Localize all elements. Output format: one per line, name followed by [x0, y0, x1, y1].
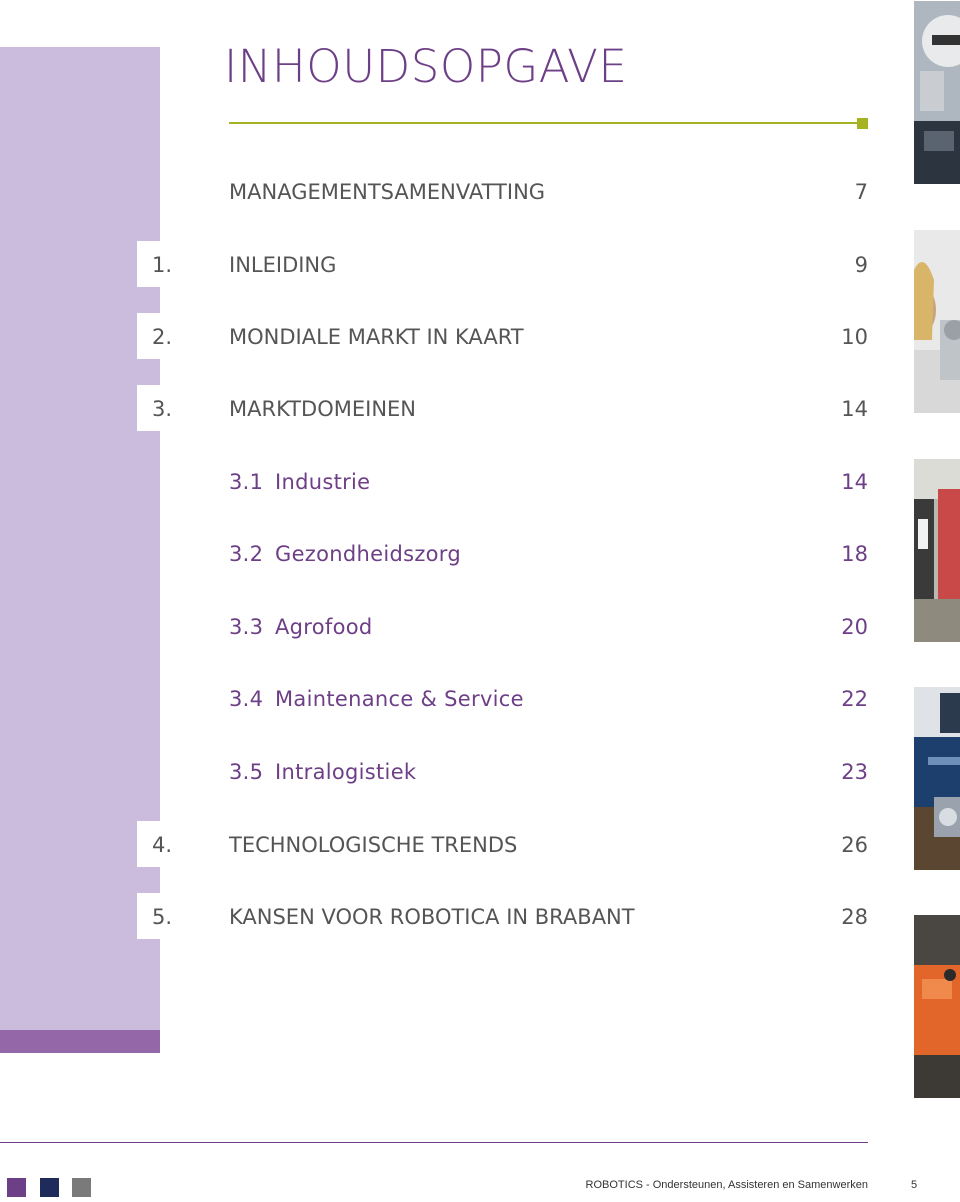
footer-square-navy — [40, 1178, 59, 1197]
toc-page-number: 9 — [854, 253, 868, 277]
toc-page-number: 14 — [841, 470, 868, 494]
toc-subentry-label: Maintenance & Service — [275, 687, 524, 711]
footer-rule — [0, 1142, 868, 1143]
toc-subentry-number: 3.1 — [229, 470, 264, 494]
toc-entry-inleiding[interactable]: INLEIDING — [229, 253, 336, 277]
toc-subentry-industrie[interactable]: 3.1 Industrie — [229, 470, 370, 494]
toc-subentry-number: 3.4 — [229, 687, 264, 711]
toc-page-number: 22 — [841, 687, 868, 711]
chapter-number: 4. — [152, 833, 173, 857]
toc-subentry-number: 3.5 — [229, 760, 264, 784]
toc-entry-label: MANAGEMENTSAMENVATTING — [229, 180, 546, 204]
toc-entry-technologische-trends[interactable]: TECHNOLOGISCHE TRENDS — [229, 833, 517, 857]
chapter-number: 5. — [152, 905, 173, 929]
toc-subentry-label: Industrie — [275, 470, 371, 494]
toc-entry-kansen-robotica[interactable]: KANSEN VOOR ROBOTICA IN BRABANT — [229, 905, 635, 929]
toc-entry-managementsamenvatting[interactable]: MANAGEMENTSAMENVATTING — [229, 180, 545, 204]
sidebar-base-stripe — [0, 1030, 160, 1053]
footer-square-purple — [7, 1178, 26, 1197]
industrial-robot-photo — [914, 1, 960, 184]
title-underline-square — [857, 118, 868, 129]
toc-subentry-label: Gezondheidszorg — [275, 542, 462, 566]
toc-entry-mondiale-markt[interactable]: MONDIALE MARKT IN KAART — [229, 325, 524, 349]
logistics-robot-photo — [914, 915, 960, 1098]
toc-page-number: 7 — [854, 180, 868, 204]
footer-page-number: 5 — [911, 1179, 918, 1191]
toc-entry-label: MONDIALE MARKT IN KAART — [229, 325, 524, 349]
toc-subentry-gezondheidszorg[interactable]: 3.2 Gezondheidszorg — [229, 542, 461, 566]
inspection-robot-photo — [914, 687, 960, 870]
sidebar-band — [0, 47, 160, 1053]
healthcare-robot-photo — [914, 230, 960, 413]
toc-subentry-label: Intralogistiek — [275, 760, 417, 784]
toc-entry-label: TECHNOLOGISCHE TRENDS — [229, 833, 518, 857]
toc-subentry-label: Agrofood — [275, 615, 373, 639]
toc-subentry-number: 3.2 — [229, 542, 264, 566]
toc-entry-label: MARKTDOMEINEN — [229, 397, 417, 421]
toc-subentry-maintenance-service[interactable]: 3.4 Maintenance & Service — [229, 687, 524, 711]
toc-subentry-number: 3.3 — [229, 615, 264, 639]
toc-entry-marktdomeinen[interactable]: MARKTDOMEINEN — [229, 397, 416, 421]
toc-page-number: 28 — [841, 905, 868, 929]
footer-document-title: ROBOTICS - Ondersteunen, Assisteren en S… — [585, 1179, 868, 1191]
toc-page-number: 20 — [841, 615, 868, 639]
toc-entry-label: KANSEN VOOR ROBOTICA IN BRABANT — [229, 905, 635, 929]
footer-square-grey — [72, 1178, 91, 1197]
chapter-number: 3. — [152, 397, 173, 421]
toc-page-number: 26 — [841, 833, 868, 857]
chapter-number: 1. — [152, 253, 173, 277]
toc-page-number: 18 — [841, 542, 868, 566]
toc-entry-label: INLEIDING — [229, 253, 337, 277]
toc-subentry-intralogistiek[interactable]: 3.5 Intralogistiek — [229, 760, 416, 784]
toc-page-number: 23 — [841, 760, 868, 784]
toc-page-number: 14 — [841, 397, 868, 421]
page-title: INHOUDSOPGAVE — [224, 40, 628, 93]
toc-page-number: 10 — [841, 325, 868, 349]
milking-robot-photo — [914, 459, 960, 642]
chapter-number: 2. — [152, 325, 173, 349]
title-underline — [229, 122, 861, 124]
toc-subentry-agrofood[interactable]: 3.3 Agrofood — [229, 615, 373, 639]
